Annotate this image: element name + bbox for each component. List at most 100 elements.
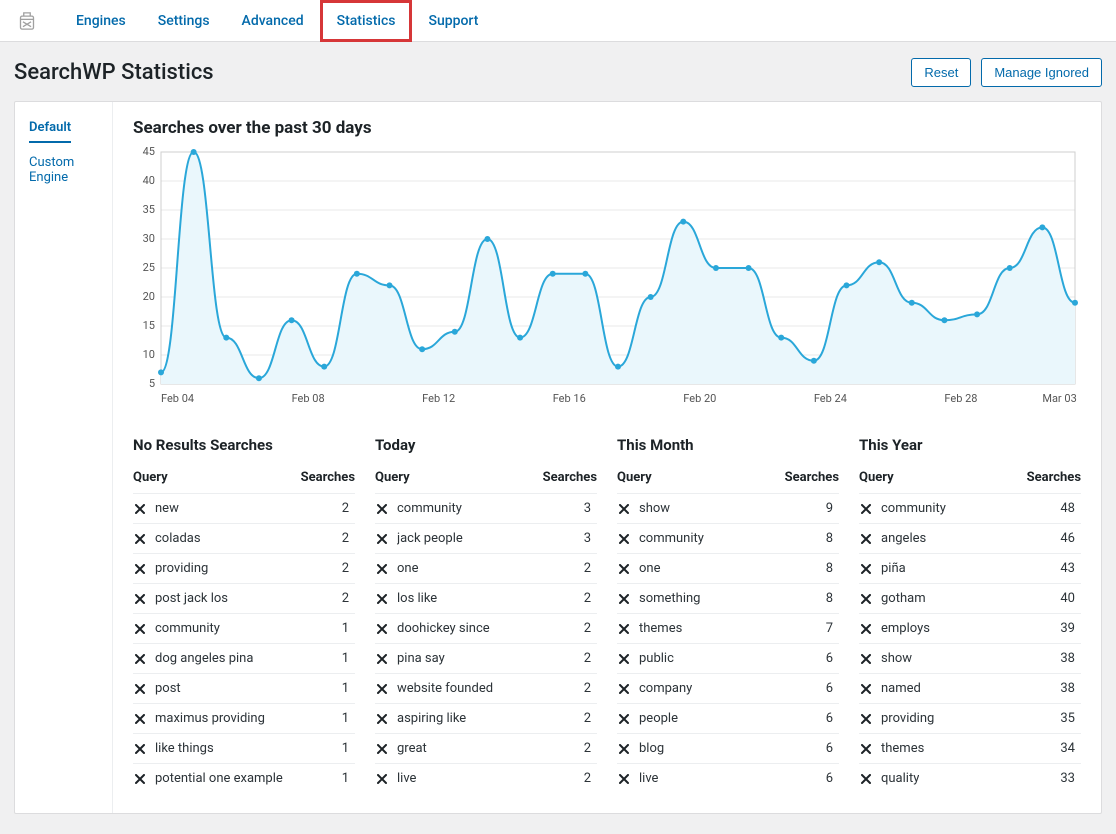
ignore-query-icon[interactable] bbox=[133, 712, 147, 726]
svg-text:Feb 08: Feb 08 bbox=[292, 392, 325, 405]
col-searches: Searches bbox=[301, 470, 355, 485]
table-row: providing35 bbox=[859, 703, 1081, 733]
ignore-query-icon[interactable] bbox=[859, 652, 873, 666]
main-content: Searches over the past 30 days 510152025… bbox=[113, 102, 1101, 813]
ignore-query-icon[interactable] bbox=[133, 622, 147, 636]
query-text: public bbox=[639, 651, 674, 666]
reset-button[interactable]: Reset bbox=[911, 58, 971, 87]
query-text: website founded bbox=[397, 681, 493, 696]
stats-section-1: TodayQuerySearchescommunity3jack people3… bbox=[375, 436, 597, 793]
search-count: 8 bbox=[826, 531, 839, 546]
ignore-query-icon[interactable] bbox=[133, 682, 147, 696]
nav-tab-statistics[interactable]: Statistics bbox=[320, 0, 413, 42]
ignore-query-icon[interactable] bbox=[617, 772, 631, 786]
ignore-query-icon[interactable] bbox=[617, 682, 631, 696]
query-text: named bbox=[881, 681, 921, 696]
ignore-query-icon[interactable] bbox=[375, 772, 389, 786]
query-text: something bbox=[639, 591, 700, 606]
main-panel: Default Custom Engine Searches over the p… bbox=[14, 101, 1102, 814]
ignore-query-icon[interactable] bbox=[133, 532, 147, 546]
svg-text:Feb 24: Feb 24 bbox=[814, 392, 847, 405]
ignore-query-icon[interactable] bbox=[859, 712, 873, 726]
ignore-query-icon[interactable] bbox=[375, 532, 389, 546]
search-count: 2 bbox=[342, 501, 355, 516]
search-count: 1 bbox=[342, 651, 355, 666]
ignore-query-icon[interactable] bbox=[617, 592, 631, 606]
ignore-query-icon[interactable] bbox=[859, 682, 873, 696]
svg-text:Feb 04: Feb 04 bbox=[161, 392, 194, 405]
search-count: 6 bbox=[826, 681, 839, 696]
query-text: company bbox=[639, 681, 692, 696]
query-text: show bbox=[639, 501, 670, 516]
query-text: potential one example bbox=[155, 771, 283, 786]
svg-text:Feb 28: Feb 28 bbox=[944, 392, 977, 405]
ignore-query-icon[interactable] bbox=[133, 772, 147, 786]
stats-tables: No Results SearchesQuerySearchesnew2cola… bbox=[133, 436, 1081, 793]
sidebar-item-custom-engine[interactable]: Custom Engine bbox=[29, 151, 98, 191]
ignore-query-icon[interactable] bbox=[375, 622, 389, 636]
query-text: community bbox=[397, 501, 462, 516]
nav-tab-support[interactable]: Support bbox=[412, 1, 494, 41]
ignore-query-icon[interactable] bbox=[859, 502, 873, 516]
nav-tab-advanced[interactable]: Advanced bbox=[226, 1, 320, 41]
section-title: Today bbox=[375, 436, 597, 454]
query-text: aspiring like bbox=[397, 711, 466, 726]
col-query: Query bbox=[617, 470, 652, 485]
search-count: 6 bbox=[826, 741, 839, 756]
search-count: 1 bbox=[342, 771, 355, 786]
ignore-query-icon[interactable] bbox=[133, 652, 147, 666]
search-count: 2 bbox=[584, 741, 597, 756]
ignore-query-icon[interactable] bbox=[859, 532, 873, 546]
engine-sidebar: Default Custom Engine bbox=[15, 102, 113, 813]
search-count: 6 bbox=[826, 711, 839, 726]
query-text: jack people bbox=[397, 531, 463, 546]
search-count: 38 bbox=[1060, 651, 1081, 666]
section-title: This Year bbox=[859, 436, 1081, 454]
sidebar-item-default[interactable]: Default bbox=[29, 116, 71, 143]
manage-ignored-button[interactable]: Manage Ignored bbox=[981, 58, 1102, 87]
search-count: 43 bbox=[1060, 561, 1081, 576]
ignore-query-icon[interactable] bbox=[133, 562, 147, 576]
ignore-query-icon[interactable] bbox=[133, 502, 147, 516]
ignore-query-icon[interactable] bbox=[617, 502, 631, 516]
ignore-query-icon[interactable] bbox=[375, 562, 389, 576]
nav-tab-settings[interactable]: Settings bbox=[142, 1, 226, 41]
ignore-query-icon[interactable] bbox=[859, 562, 873, 576]
ignore-query-icon[interactable] bbox=[617, 742, 631, 756]
search-count: 34 bbox=[1060, 741, 1081, 756]
ignore-query-icon[interactable] bbox=[859, 622, 873, 636]
search-count: 2 bbox=[584, 711, 597, 726]
ignore-query-icon[interactable] bbox=[133, 592, 147, 606]
query-text: maximus providing bbox=[155, 711, 265, 726]
ignore-query-icon[interactable] bbox=[375, 712, 389, 726]
table-row: something8 bbox=[617, 583, 839, 613]
ignore-query-icon[interactable] bbox=[375, 682, 389, 696]
table-header: QuerySearches bbox=[133, 462, 355, 493]
search-count: 2 bbox=[584, 651, 597, 666]
query-text: doohickey since bbox=[397, 621, 490, 636]
ignore-query-icon[interactable] bbox=[375, 592, 389, 606]
ignore-query-icon[interactable] bbox=[375, 502, 389, 516]
table-row: aspiring like 2 bbox=[375, 703, 597, 733]
search-count: 1 bbox=[342, 741, 355, 756]
ignore-query-icon[interactable] bbox=[617, 652, 631, 666]
ignore-query-icon[interactable] bbox=[375, 652, 389, 666]
search-count: 2 bbox=[584, 591, 597, 606]
query-text: providing bbox=[881, 711, 934, 726]
table-row: show38 bbox=[859, 643, 1081, 673]
search-count: 1 bbox=[342, 681, 355, 696]
table-header: QuerySearches bbox=[375, 462, 597, 493]
ignore-query-icon[interactable] bbox=[617, 712, 631, 726]
ignore-query-icon[interactable] bbox=[617, 532, 631, 546]
query-text: pina say bbox=[397, 651, 445, 666]
ignore-query-icon[interactable] bbox=[617, 562, 631, 576]
nav-tab-engines[interactable]: Engines bbox=[60, 1, 142, 41]
ignore-query-icon[interactable] bbox=[133, 742, 147, 756]
ignore-query-icon[interactable] bbox=[617, 622, 631, 636]
ignore-query-icon[interactable] bbox=[859, 592, 873, 606]
svg-text:40: 40 bbox=[143, 174, 155, 187]
ignore-query-icon[interactable] bbox=[375, 742, 389, 756]
ignore-query-icon[interactable] bbox=[859, 772, 873, 786]
ignore-query-icon[interactable] bbox=[859, 742, 873, 756]
query-text: dog angeles pina bbox=[155, 651, 253, 666]
